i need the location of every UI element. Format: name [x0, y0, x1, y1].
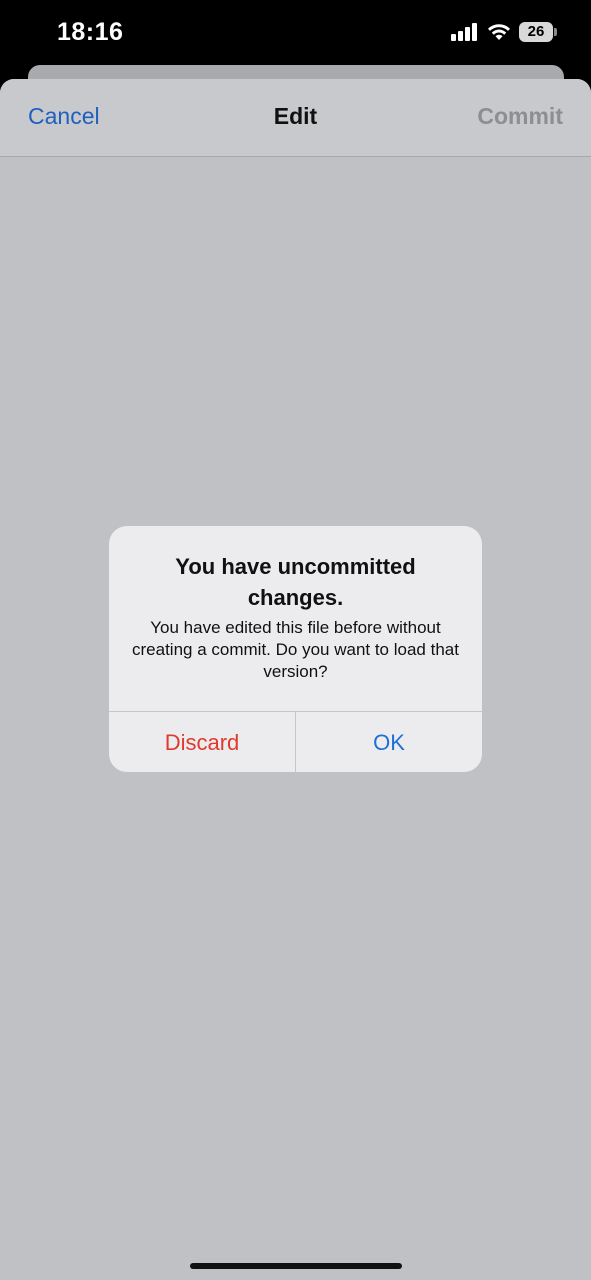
- alert-title: You have uncommitted changes.: [175, 554, 416, 610]
- discard-button[interactable]: Discard: [109, 712, 296, 772]
- status-bar: 18:16 26: [0, 0, 591, 66]
- navigation-bar: Cancel Edit Commit: [0, 79, 591, 157]
- ok-button[interactable]: OK: [296, 712, 482, 772]
- wifi-icon: [488, 24, 510, 40]
- screen: 18:16 26 Cancel Edit Commit You have unc…: [0, 0, 591, 1280]
- commit-button[interactable]: Commit: [477, 103, 563, 130]
- alert-message: You have edited this file before without…: [132, 618, 459, 681]
- uncommitted-changes-alert: You have uncommitted changes. You have e…: [109, 526, 482, 772]
- status-time: 18:16: [57, 18, 124, 46]
- signal-icon: [451, 23, 477, 41]
- status-icons: 26: [451, 22, 557, 42]
- alert-actions: Discard OK: [109, 711, 482, 772]
- battery-level: 26: [527, 23, 545, 40]
- home-indicator[interactable]: [190, 1263, 402, 1269]
- battery-icon: 26: [519, 22, 557, 42]
